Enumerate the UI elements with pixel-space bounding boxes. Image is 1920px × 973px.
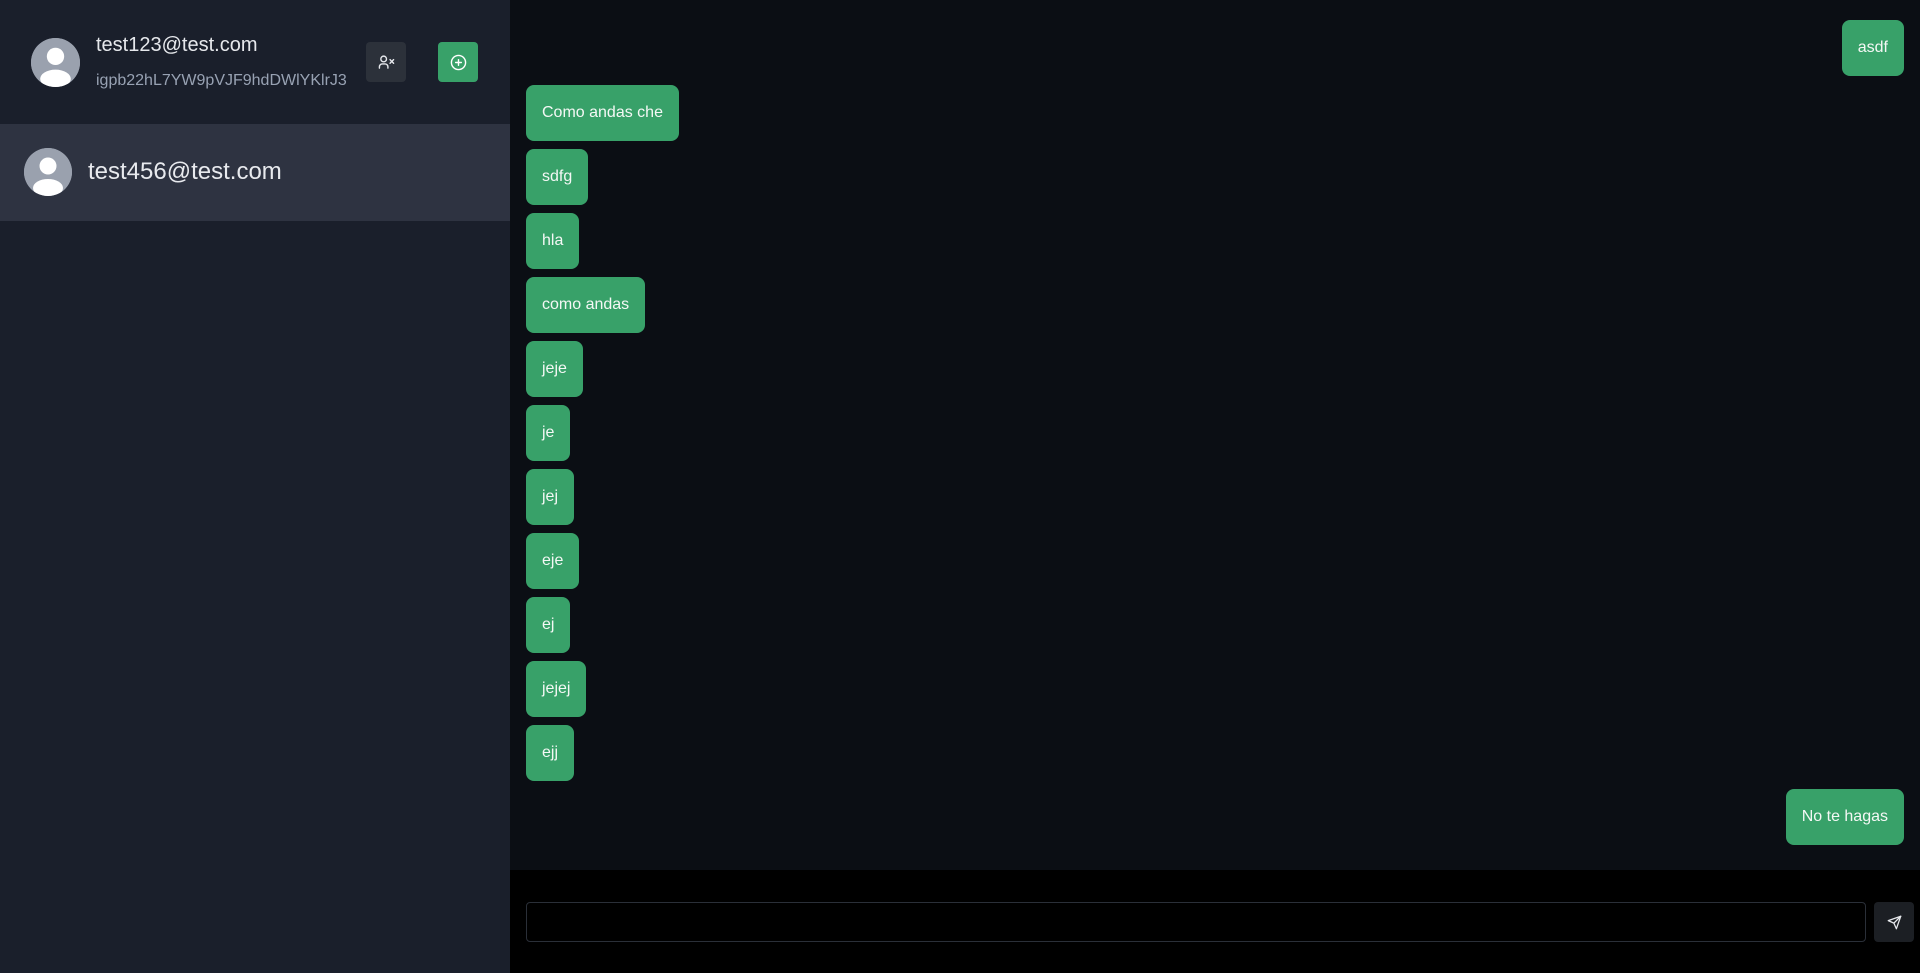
message-bubble-incoming: sdfg — [526, 149, 589, 205]
chat-app: test123@test.com igpb22hL7YW9pVJF9hdDWlY… — [0, 0, 1920, 973]
sidebar: test123@test.com igpb22hL7YW9pVJF9hdDWlY… — [0, 0, 510, 973]
contact-list: test456@test.com — [0, 124, 510, 221]
plus-circle-icon — [450, 54, 466, 70]
contact-item[interactable]: test456@test.com — [0, 124, 510, 221]
message-input[interactable] — [526, 902, 1866, 942]
message-bubble-incoming: jejej — [526, 661, 587, 717]
message-bubble-incoming: eje — [526, 533, 580, 589]
message-bubble-outgoing: asdf — [1841, 20, 1904, 76]
user-remove-icon — [378, 54, 394, 69]
send-button[interactable] — [1874, 902, 1914, 942]
profile-email: test123@test.com — [96, 34, 258, 56]
user-avatar-icon — [31, 38, 80, 87]
chat-panel: asdf Como andas che sdfg hla como andas … — [510, 0, 1920, 973]
profile-header: test123@test.com igpb22hL7YW9pVJF9hdDWlY… — [0, 0, 510, 124]
message-bubble-incoming: Como andas che — [526, 85, 679, 141]
message-bubble-incoming: je — [526, 405, 571, 461]
remove-contact-button[interactable] — [366, 42, 406, 82]
user-avatar-icon — [24, 148, 72, 196]
message-bubble-incoming: ejj — [526, 725, 575, 781]
message-composer — [510, 870, 1920, 973]
message-bubble-incoming: jeje — [526, 341, 583, 397]
message-bubble-incoming: como andas — [526, 277, 646, 333]
send-icon — [1887, 915, 1901, 929]
message-bubble-incoming: hla — [526, 213, 580, 269]
message-bubble-outgoing: No te hagas — [1785, 789, 1904, 845]
message-bubble-incoming: ej — [526, 597, 571, 653]
contact-name: test456@test.com — [88, 158, 282, 185]
message-bubble-incoming: jej — [526, 469, 575, 525]
profile-user-id: igpb22hL7YW9pVJF9hdDWlYKlrJ3 — [96, 72, 347, 89]
message-list: asdf Como andas che sdfg hla como andas … — [510, 0, 1920, 870]
add-contact-button[interactable] — [438, 42, 478, 82]
